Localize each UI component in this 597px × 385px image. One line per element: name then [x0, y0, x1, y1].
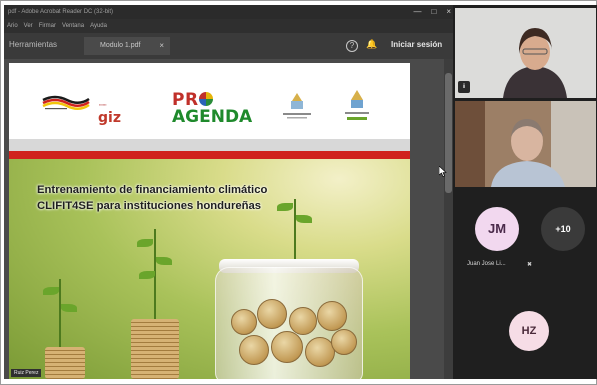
close-window-icon[interactable]: ×	[446, 5, 451, 19]
proagenda-logo: PR AGENDA	[172, 92, 252, 126]
slide-page: ▪▪▪▪▪▪ giz PR AGENDA Entrenamiento de fi…	[9, 63, 410, 379]
participant-tile-label: ii	[458, 81, 470, 93]
menu-item-archivo[interactable]: Ario	[7, 19, 18, 33]
bell-icon[interactable]: 🔔	[366, 39, 377, 50]
participants-panel: ii JM +10 Juan Jose Li... ✖ HZ	[453, 5, 597, 379]
participant-video-tile[interactable]	[455, 101, 596, 187]
slide-title-line2: CLIFIT4SE para instituciones hondureñas	[37, 200, 262, 212]
plant-leaf	[296, 215, 312, 223]
giz-logo: giz	[98, 110, 121, 126]
plant-leaf	[139, 271, 155, 279]
acrobat-window: pdf - Adobe Acrobat Reader DC (32-bit) —…	[4, 5, 453, 379]
plant-leaf	[137, 239, 153, 247]
participant-man-video	[455, 101, 596, 187]
menu-item-firmar[interactable]: Firmar	[39, 19, 56, 33]
coin	[271, 331, 303, 363]
document-area: ▪▪▪▪▪▪ giz PR AGENDA Entrenamiento de fi…	[4, 59, 453, 379]
window-controls: — □ ×	[413, 5, 451, 19]
slide-photo: Entrenamiento de financiamiento climátic…	[9, 159, 410, 379]
participant-woman-video	[455, 8, 596, 98]
red-stripe	[9, 151, 410, 159]
mic-off-icon: ✖	[527, 262, 533, 268]
menu-item-ventana[interactable]: Ventana	[62, 19, 84, 33]
proagenda-agenda: AGENDA	[172, 107, 253, 127]
coin	[231, 309, 257, 335]
slide-title: Entrenamiento de financiamiento climátic…	[37, 182, 357, 214]
coin	[239, 335, 269, 365]
close-tab-icon[interactable]: ×	[159, 37, 164, 55]
minimize-icon[interactable]: —	[413, 5, 421, 19]
menu-bar: Ario Ver Firmar Ventana Ayuda	[4, 19, 453, 33]
window-title: pdf - Adobe Acrobat Reader DC (32-bit)	[8, 9, 114, 15]
plant-leaf	[43, 287, 59, 295]
sign-in-button[interactable]: Iniciar sesión	[391, 40, 442, 49]
coin	[289, 307, 317, 335]
giz-tagline: ▪▪▪▪▪▪	[99, 103, 107, 107]
coin	[331, 329, 357, 355]
coin	[257, 299, 287, 329]
menu-item-ayuda[interactable]: Ayuda	[90, 19, 107, 33]
honduras-seal-icon	[283, 93, 311, 119]
vertical-scrollbar[interactable]	[444, 59, 453, 379]
logo-header: ▪▪▪▪▪▪ giz PR AGENDA	[9, 63, 410, 139]
participant-name: Juan Jose Li...	[467, 261, 506, 267]
presenter-name-tag: Ruiz Perez	[11, 369, 42, 377]
german-cooperation-logo	[42, 95, 90, 110]
tab-bar: Herramientas Modulo 1.pdf × ? 🔔 Iniciar …	[4, 33, 453, 59]
screenshot-frame: pdf - Adobe Acrobat Reader DC (32-bit) —…	[0, 0, 597, 385]
maximize-icon[interactable]: □	[431, 5, 436, 19]
help-icon[interactable]: ?	[346, 40, 358, 52]
more-participants-button[interactable]: +10	[541, 207, 585, 251]
tab-document[interactable]: Modulo 1.pdf ×	[84, 37, 170, 55]
participant-video-tile[interactable]: ii	[455, 8, 596, 98]
proagenda-o-icon	[198, 92, 213, 106]
header-band	[9, 139, 410, 161]
avatar-jm[interactable]: JM	[475, 207, 519, 251]
title-bar: pdf - Adobe Acrobat Reader DC (32-bit) —…	[4, 5, 453, 19]
plant-leaf	[61, 304, 77, 312]
institution-seal-icon	[345, 90, 369, 120]
menu-item-ver[interactable]: Ver	[24, 19, 33, 33]
coin	[317, 301, 347, 331]
coin-stack	[45, 347, 85, 379]
coin-stack	[131, 319, 179, 379]
avatar-hz[interactable]: HZ	[509, 311, 549, 351]
tab-document-label: Modulo 1.pdf	[100, 42, 141, 49]
tab-tools[interactable]: Herramientas	[9, 40, 57, 49]
slide-title-line1: Entrenamiento de financiamiento climátic…	[37, 184, 268, 196]
plant-leaf	[156, 257, 172, 265]
mouse-cursor-icon	[439, 166, 447, 177]
